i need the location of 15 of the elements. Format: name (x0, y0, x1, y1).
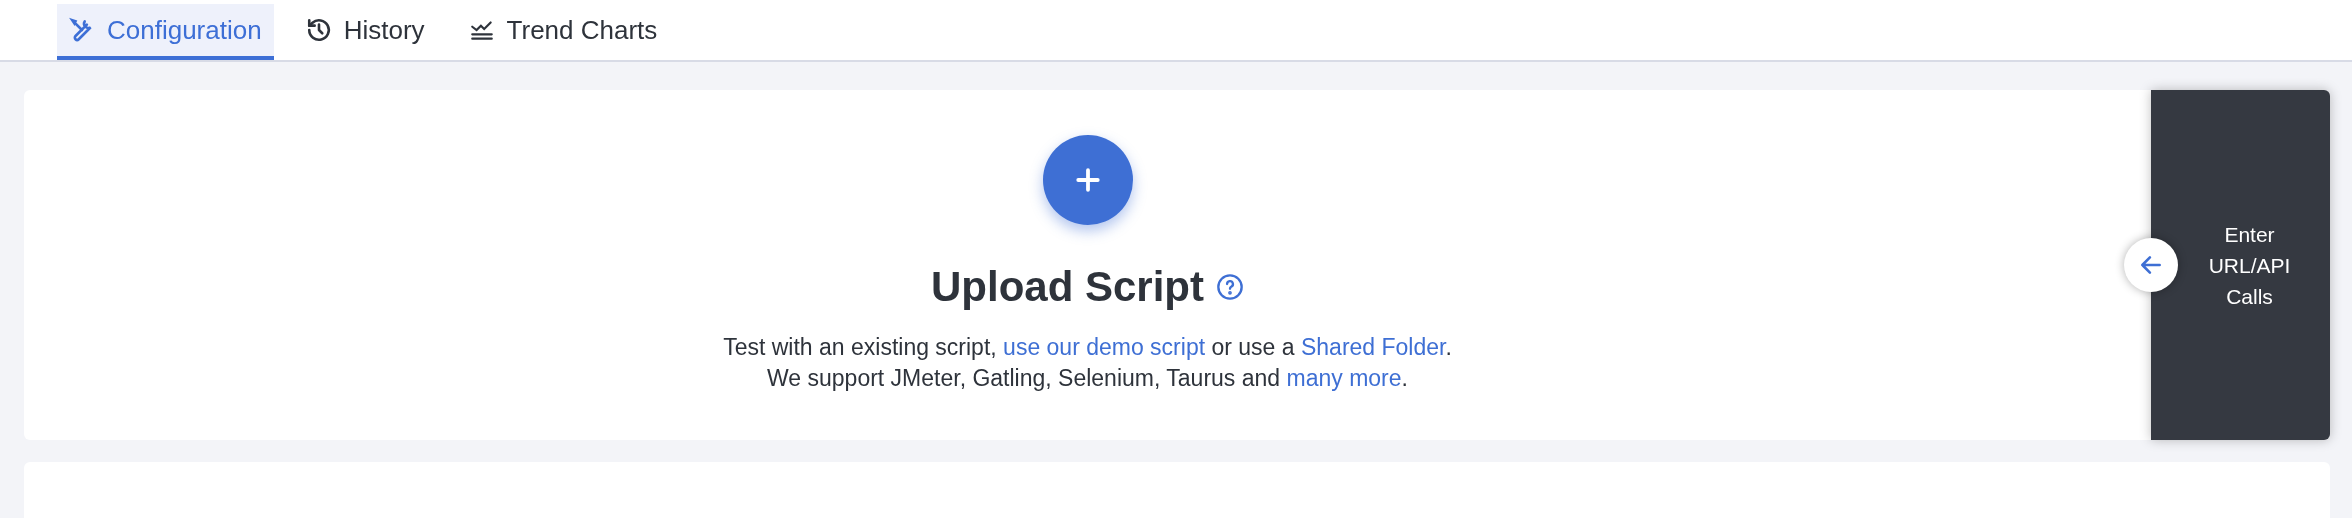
description-text: We support JMeter, Gatling, Selenium, Taurus and many more. (767, 364, 1408, 394)
history-icon (305, 17, 332, 44)
plus-icon (1074, 167, 1101, 194)
tab[interactable]: History (293, 4, 437, 61)
add-button[interactable] (1042, 135, 1133, 226)
upload-title: Upload Script (931, 262, 1204, 313)
link[interactable]: Shared Folder (1300, 334, 1446, 361)
help-icon[interactable] (1216, 272, 1244, 301)
side-panel[interactable]: Enter URL/API Calls (2151, 90, 2330, 441)
side-panel-label: Enter URL/API Calls (2207, 221, 2292, 310)
tab[interactable]: Trend Charts (456, 4, 670, 61)
tab[interactable]: Configuration (57, 4, 274, 61)
description-text: Test with an existing script, use our demo script or use a Shared Folder. (723, 333, 1452, 363)
link[interactable]: use our demo script (1003, 334, 1206, 361)
link[interactable]: many more (1286, 365, 1402, 392)
